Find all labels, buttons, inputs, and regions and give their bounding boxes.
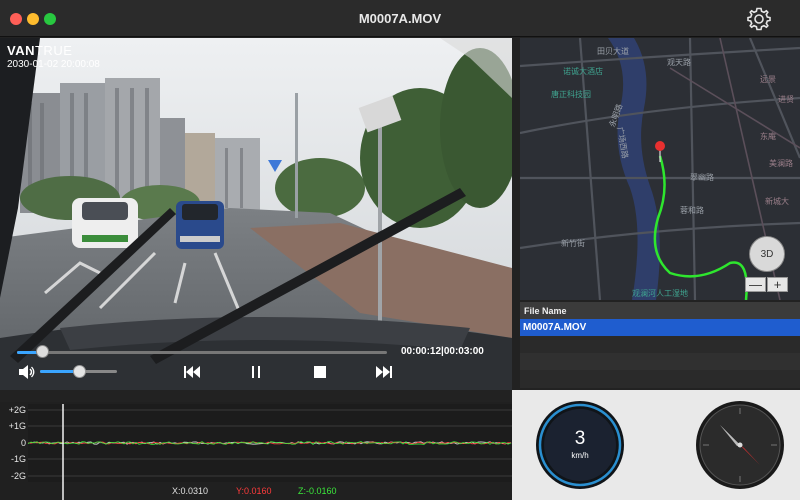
- time-readout: 00:00:12|00:03:00: [401, 346, 484, 357]
- file-list-empty-row: [520, 336, 800, 353]
- seek-bar[interactable]: [17, 351, 387, 354]
- map-area-label: 进贤: [778, 95, 794, 104]
- dashcam-player-window: M0007A.MOV VANTRUE 2030-01-02 20:00:08 0…: [0, 0, 800, 500]
- gsensor-axis-label: +2G: [8, 405, 26, 415]
- seek-handle[interactable]: [35, 345, 49, 358]
- osd-datetime: 2030-01-02 20:00:08: [7, 59, 100, 70]
- map-road-label: 翠幽路: [690, 173, 714, 182]
- volume-handle[interactable]: [72, 365, 86, 378]
- map-road-label: 观天路: [667, 58, 691, 67]
- previous-icon[interactable]: [183, 364, 201, 380]
- gsensor-y-readout: Y:0.0160: [236, 486, 272, 496]
- file-list-item[interactable]: M0007A.MOV: [520, 319, 800, 336]
- speed-unit: km/h: [571, 451, 589, 460]
- dashcam-scene: [0, 38, 512, 390]
- title-bar: M0007A.MOV: [0, 0, 800, 37]
- map-road-label: 新竹街: [561, 239, 585, 248]
- speed-value: 3: [574, 428, 586, 449]
- map-road-label: 蓉和路: [680, 206, 704, 215]
- current-time: 00:00:12: [401, 346, 442, 357]
- map-road-label: 田贝大道: [597, 47, 629, 56]
- file-list: File Name M0007A.MOV: [520, 302, 800, 388]
- gsensor-z-readout: Z:-0.0160: [298, 486, 337, 496]
- window-title: M0007A.MOV: [358, 11, 442, 26]
- file-list-empty-row: [520, 370, 800, 387]
- gsensor-axis-label: 0: [20, 438, 26, 448]
- map-zoom-in-button[interactable]: +: [767, 277, 788, 292]
- file-list-header[interactable]: File Name: [520, 302, 800, 319]
- gsensor-axis-label: -2G: [10, 471, 26, 481]
- map-road-label: 新城大: [765, 197, 789, 206]
- next-icon[interactable]: [375, 364, 393, 380]
- file-list-empty-row: [520, 353, 800, 370]
- map-poi-label: 诺诚大酒店: [563, 67, 603, 76]
- gsensor-axis-label: +1G: [8, 421, 26, 431]
- stop-icon[interactable]: [311, 364, 329, 380]
- pause-icon[interactable]: [247, 364, 265, 380]
- gear-icon[interactable]: [746, 6, 772, 32]
- video-frame[interactable]: VANTRUE 2030-01-02 20:00:08: [0, 38, 512, 390]
- map-3d-button[interactable]: 3D: [749, 236, 785, 272]
- volume-icon[interactable]: [18, 364, 36, 380]
- compass-icon: [696, 401, 784, 489]
- total-time: 00:03:00: [443, 346, 484, 357]
- osd-brand: VANTRUE: [7, 43, 73, 58]
- map-zoom-out-button[interactable]: —: [745, 277, 766, 292]
- map-poi-label: 观澜河人工湿地: [632, 289, 688, 298]
- map-poi-label: 唐正科技园: [551, 90, 591, 99]
- map-area-label: 远景: [760, 75, 776, 84]
- map-area-label: 美澜路: [769, 159, 793, 168]
- gsensor-x-readout: X:0.0310: [172, 486, 209, 496]
- map-area-label: 东庵: [760, 132, 776, 141]
- gsensor-axis-label: -1G: [10, 454, 26, 464]
